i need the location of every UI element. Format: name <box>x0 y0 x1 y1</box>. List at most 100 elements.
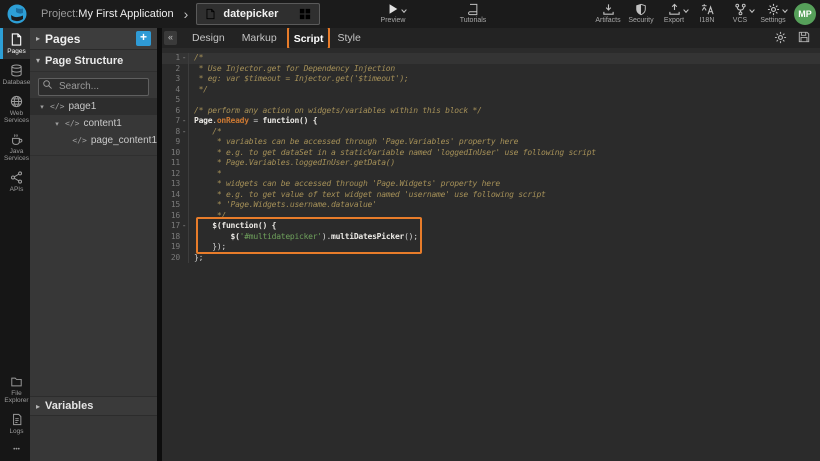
security-button[interactable]: Security <box>626 2 656 24</box>
code-line-18[interactable]: 18 $('#multidatepicker').multiDatesPicke… <box>162 232 820 243</box>
code-text[interactable]: */ <box>189 211 226 222</box>
code-text[interactable]: * eg: var $timeout = Injector.get('$time… <box>189 74 409 85</box>
code-text[interactable]: * e.g. to get dataSet in a staticVariabl… <box>189 148 596 159</box>
code-text[interactable]: }; <box>189 253 203 264</box>
page-structure-header[interactable]: ▾ Page Structure <box>30 50 157 72</box>
fold-marker-icon[interactable]: - <box>180 53 189 64</box>
fold-marker-icon[interactable]: - <box>180 116 189 127</box>
code-text[interactable]: * Page.Variables.loggedInUser.getData() <box>189 158 395 169</box>
code-line-8[interactable]: 8- /* <box>162 127 820 138</box>
code-text[interactable]: * <box>189 169 221 180</box>
code-text[interactable]: */ <box>189 85 208 96</box>
preview-button[interactable]: Preview <box>378 2 408 24</box>
export-button[interactable]: Export <box>659 2 689 24</box>
code-line-5[interactable]: 5 <box>162 95 820 106</box>
rail-item-databases[interactable]: Databases <box>0 59 30 90</box>
fold-marker-icon[interactable]: - <box>180 221 189 232</box>
code-text[interactable]: $(function() { <box>189 221 276 232</box>
i18n-button[interactable]: I18N <box>692 2 722 24</box>
rail-item-label: File Explorer <box>3 390 31 404</box>
rail-item-java-services[interactable]: Java Services <box>0 128 30 166</box>
add-page-button[interactable]: + <box>136 31 151 46</box>
code-text[interactable]: * Use Injector.get for Dependency Inject… <box>189 64 395 75</box>
chevron-down-icon[interactable] <box>400 7 408 15</box>
code-text[interactable]: * variables can be accessed through 'Pag… <box>189 137 518 148</box>
collapse-arrow-icon[interactable]: ▸ <box>36 402 40 411</box>
tab-markup[interactable]: Markup <box>235 30 284 46</box>
expand-arrow-icon[interactable]: ▾ <box>36 56 40 65</box>
script-editor[interactable]: 1-/*2 * Use Injector.get for Dependency … <box>162 48 820 461</box>
code-text[interactable]: * e.g. to get value of text widget named… <box>189 190 546 201</box>
code-line-20[interactable]: 20}; <box>162 253 820 264</box>
code-line-12[interactable]: 12 * <box>162 169 820 180</box>
code-text[interactable] <box>189 95 194 106</box>
rail-item-web-services[interactable]: Web Services <box>0 90 30 128</box>
code-text[interactable]: /* <box>189 127 221 138</box>
expand-arrow-icon[interactable]: ▾ <box>53 120 61 128</box>
gear-icon[interactable] <box>774 31 787 44</box>
code-text[interactable]: * 'Page.Widgets.username.datavalue' <box>189 200 377 211</box>
code-line-15[interactable]: 15 * 'Page.Widgets.username.datavalue' <box>162 200 820 211</box>
chevron-down-icon[interactable] <box>682 7 690 15</box>
user-avatar[interactable]: MP <box>794 3 816 25</box>
code-line-1[interactable]: 1-/* <box>162 53 820 64</box>
page-tab-label: datepicker <box>223 8 292 20</box>
save-icon[interactable] <box>798 31 810 44</box>
fold-marker-icon[interactable]: - <box>180 127 189 138</box>
tab-script[interactable]: Script <box>294 33 324 45</box>
pages-panel-header[interactable]: ▸ Pages + <box>30 28 157 50</box>
code-text[interactable]: /* perform any action on widgets/variabl… <box>189 106 482 117</box>
rail-item-logs[interactable]: Logs <box>0 408 30 439</box>
search-input[interactable] <box>38 78 149 96</box>
sidebar-collapse-button[interactable]: « <box>164 31 177 45</box>
collapse-arrow-icon[interactable]: ▸ <box>36 34 40 43</box>
editor-tabbar: « DesignMarkup Script Style <box>162 28 820 48</box>
code-line-17[interactable]: 17- $(function() { <box>162 221 820 232</box>
tree-item-content1[interactable]: ▾</>content1 <box>30 115 157 132</box>
code-line-7[interactable]: 7-Page.onReady = function() { <box>162 116 820 127</box>
page-tab-datepicker[interactable]: datepicker <box>196 3 320 25</box>
chevron-down-icon[interactable] <box>781 7 789 15</box>
code-line-13[interactable]: 13 * widgets can be accessed through 'Pa… <box>162 179 820 190</box>
tutorials-label: Tutorials <box>460 17 487 24</box>
tree-item-page_content1[interactable]: </>page_content1 <box>30 132 157 149</box>
code-text[interactable]: }); <box>189 242 226 253</box>
rail-item-more[interactable]: ••• <box>0 439 30 457</box>
expand-arrow-icon[interactable]: ▾ <box>38 103 46 111</box>
code-text[interactable]: Page.onReady = function() { <box>189 116 317 127</box>
code-line-6[interactable]: 6/* perform any action on widgets/variab… <box>162 106 820 117</box>
tab-style[interactable]: Style <box>330 30 367 46</box>
tab-design[interactable]: Design <box>185 30 232 46</box>
code-line-9[interactable]: 9 * variables can be accessed through 'P… <box>162 137 820 148</box>
code-token: $( <box>231 232 240 241</box>
code-text[interactable]: * widgets can be accessed through 'Page.… <box>189 179 500 190</box>
tree-item-page1[interactable]: ▾</>page1 <box>30 98 157 115</box>
code-line-2[interactable]: 2 * Use Injector.get for Dependency Inje… <box>162 64 820 75</box>
code-text[interactable]: /* <box>189 53 203 64</box>
code-line-4[interactable]: 4 */ <box>162 85 820 96</box>
code-line-14[interactable]: 14 * e.g. to get value of text widget na… <box>162 190 820 201</box>
code-token: ). <box>322 232 331 241</box>
project-label: Project: <box>41 8 78 20</box>
code-line-19[interactable]: 19 }); <box>162 242 820 253</box>
fold-gutter <box>180 148 189 159</box>
code-line-3[interactable]: 3 * eg: var $timeout = Injector.get('$ti… <box>162 74 820 85</box>
wavemaker-logo-icon <box>7 4 27 24</box>
variables-header[interactable]: ▸ Variables <box>30 396 157 416</box>
tree-item-label: content1 <box>83 118 121 129</box>
vcs-button[interactable]: VCS <box>725 2 755 24</box>
rail-item-apis[interactable]: APIs <box>0 166 30 197</box>
code-text[interactable]: $('#multidatepicker').multiDatesPicker()… <box>189 232 418 243</box>
settings-button[interactable]: Settings <box>758 2 788 24</box>
grid-icon[interactable] <box>299 8 311 20</box>
line-number: 14 <box>162 190 180 201</box>
chevron-down-icon[interactable] <box>748 7 756 15</box>
code-line-11[interactable]: 11 * Page.Variables.loggedInUser.getData… <box>162 158 820 169</box>
tutorials-button[interactable]: Tutorials <box>458 2 488 24</box>
line-number: 18 <box>162 232 180 243</box>
code-line-16[interactable]: 16 */ <box>162 211 820 222</box>
artifacts-button[interactable]: Artifacts <box>593 2 623 24</box>
rail-item-pages[interactable]: Pages <box>0 28 30 59</box>
code-line-10[interactable]: 10 * e.g. to get dataSet in a staticVari… <box>162 148 820 159</box>
rail-item-file-explorer[interactable]: File Explorer <box>0 371 30 408</box>
